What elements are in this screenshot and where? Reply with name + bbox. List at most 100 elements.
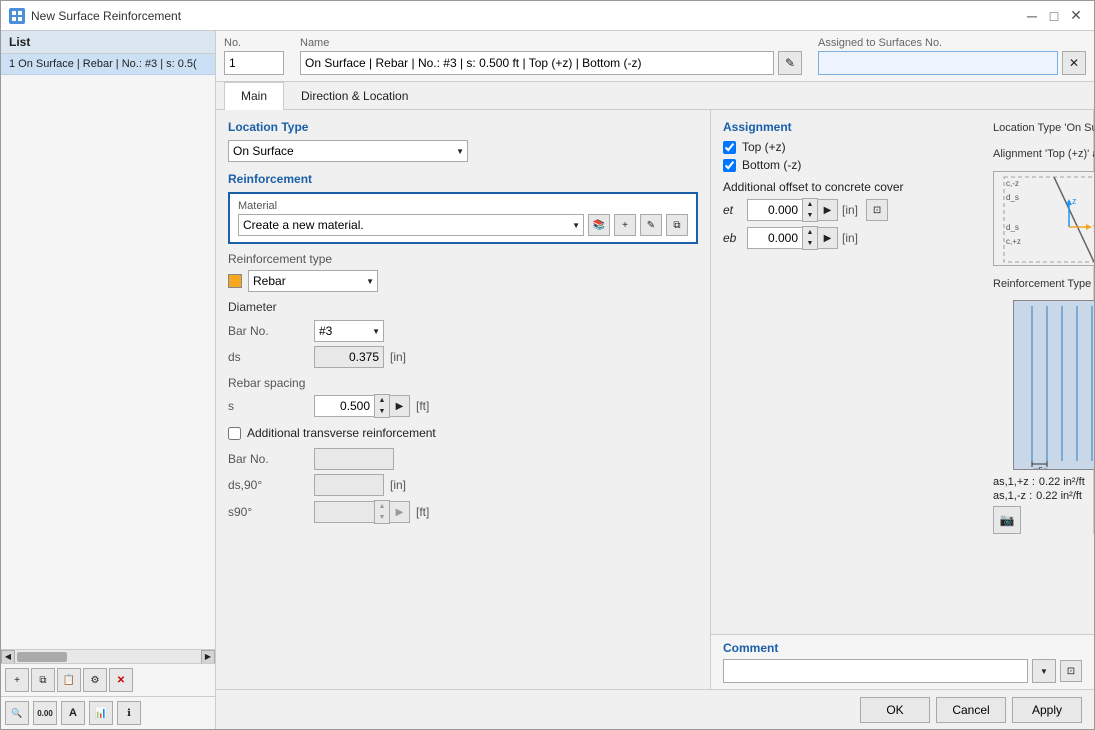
cancel-button[interactable]: Cancel	[936, 697, 1006, 723]
scroll-thumb[interactable]	[17, 652, 67, 662]
s-decrement[interactable]: ▼	[375, 406, 389, 417]
main-window: New Surface Reinforcement ─ □ ✕ List 1 O…	[0, 0, 1095, 730]
assigned-input[interactable]	[818, 51, 1058, 75]
material-library-button[interactable]: 📚	[588, 214, 610, 236]
ok-button[interactable]: OK	[860, 697, 930, 723]
material-select[interactable]: Create a new material.	[238, 214, 584, 236]
transverse-barno-label: Bar No.	[228, 452, 308, 466]
surface-diagram: z y c,-z d_s d_s	[993, 171, 1094, 266]
edit-name-button[interactable]: ✎	[778, 51, 802, 75]
location-type-title: Location Type	[228, 120, 698, 134]
no-label: No.	[224, 37, 284, 49]
result1-row: as,1,+z : 0.22 in²/ft	[993, 476, 1094, 488]
et-increment[interactable]: ▲	[803, 199, 817, 210]
assignment-section: Assignment Top (+z) Bottom (-z)	[711, 110, 1094, 534]
paste-button[interactable]: 📋	[57, 668, 81, 692]
add-button[interactable]: +	[5, 668, 29, 692]
transverse-s-input	[314, 501, 374, 523]
chart-btn[interactable]: 📊	[89, 701, 113, 725]
s-spin: ▲ ▼ ▶	[314, 394, 410, 418]
list-header: List	[1, 31, 215, 54]
comment-row: ▼ ⊡	[723, 659, 1082, 683]
zoom-button[interactable]: 🔍	[5, 701, 29, 725]
comment-input[interactable]	[723, 659, 1028, 683]
reinforcement-title: Reinforcement	[228, 172, 698, 186]
comment-action-button[interactable]: ⊡	[1060, 660, 1082, 682]
transverse-label: Additional transverse reinforcement	[247, 426, 436, 440]
rebar-preview-title: Reinforcement Type 'Rebar'	[993, 276, 1094, 294]
material-edit-button[interactable]: ✎	[640, 214, 662, 236]
scroll-right-arrow[interactable]: ▶	[201, 650, 215, 664]
et-spin: ▲ ▼ ▶	[747, 198, 838, 222]
et-row: et ▲ ▼ ▶ [in]	[723, 198, 973, 222]
location-type-select[interactable]: On Surface	[228, 140, 468, 162]
tab-direction-location[interactable]: Direction & Location	[284, 82, 425, 109]
s-arrow-right[interactable]: ▶	[390, 395, 410, 417]
list-scroll: ◀ ▶	[1, 75, 215, 663]
horizontal-scrollbar[interactable]: ◀ ▶	[1, 649, 215, 663]
tab-main[interactable]: Main	[224, 82, 284, 110]
left-panel: List 1 On Surface | Rebar | No.: #3 | s:…	[1, 31, 216, 729]
window-controls: ─ □ ✕	[1022, 6, 1086, 26]
comment-dropdown[interactable]: ▼	[1032, 659, 1056, 683]
assigned-group: Assigned to Surfaces No. ✕	[818, 37, 1086, 75]
window-title: New Surface Reinforcement	[31, 9, 1016, 23]
content-area: No. Name ✎ Assigned to Surfaces No. ✕	[216, 31, 1094, 729]
et-input[interactable]	[747, 199, 802, 221]
s-increment[interactable]: ▲	[375, 395, 389, 406]
rebar-type-select[interactable]: Rebar	[248, 270, 378, 292]
rebar-type-row: Reinforcement type	[228, 252, 698, 266]
location-type-preview-title: Location Type 'On Surface'	[993, 120, 1094, 138]
eb-spin-controls: ▲ ▼	[802, 226, 818, 250]
transverse-ds-label: ds,90°	[228, 478, 308, 492]
rebar-type-select-wrapper: Rebar ▼	[248, 270, 378, 292]
transverse-ds-wrapper	[314, 474, 384, 496]
assigned-clear-button[interactable]: ✕	[1062, 51, 1086, 75]
transverse-s-spin: ▲ ▼ ▶	[314, 500, 410, 524]
material-select-wrapper: Create a new material. ▼	[238, 214, 584, 236]
spacing-row: s ▲ ▼ ▶ [ft]	[228, 394, 698, 418]
eb-arrow[interactable]: ▶	[818, 227, 838, 249]
minimize-button[interactable]: ─	[1022, 6, 1042, 26]
name-input[interactable]	[300, 51, 774, 75]
tab-content: Location Type On Surface ▼ Reinforcement	[216, 110, 1094, 689]
material-copy-button[interactable]: ⧉	[666, 214, 688, 236]
results-section: as,1,+z : 0.22 in²/ft as,1,-z : 0.22 in²…	[993, 476, 1094, 502]
eb-increment[interactable]: ▲	[803, 227, 817, 238]
apply-button[interactable]: Apply	[1012, 697, 1082, 723]
scroll-left-arrow[interactable]: ◀	[1, 650, 15, 664]
assigned-label: Assigned to Surfaces No.	[818, 37, 1086, 49]
offset-title: Additional offset to concrete cover	[723, 180, 973, 194]
right-side: Assignment Top (+z) Bottom (-z)	[711, 110, 1094, 689]
eb-input[interactable]	[747, 227, 802, 249]
transverse-checkbox[interactable]	[228, 427, 241, 440]
material-add-button[interactable]: +	[614, 214, 636, 236]
et-decrement[interactable]: ▼	[803, 210, 817, 221]
list-item[interactable]: 1 On Surface | Rebar | No.: #3 | s: 0.5(	[1, 54, 215, 75]
et-arrow[interactable]: ▶	[818, 199, 838, 221]
offset-label: Additional offset to concrete cover	[723, 180, 904, 194]
et-info-button[interactable]: ⊡	[866, 199, 888, 221]
camera-button[interactable]: 📷	[993, 506, 1021, 534]
copy-button[interactable]: ⧉	[31, 668, 55, 692]
main-area: List 1 On Surface | Rebar | No.: #3 | s:…	[1, 31, 1094, 729]
no-input[interactable]	[224, 51, 284, 75]
properties-button[interactable]: ⚙	[83, 668, 107, 692]
bottom-checkbox[interactable]	[723, 159, 736, 172]
top-checkbox[interactable]	[723, 141, 736, 154]
top-label: Top (+z)	[742, 140, 786, 154]
maximize-button[interactable]: □	[1044, 6, 1064, 26]
close-button[interactable]: ✕	[1066, 6, 1086, 26]
text-btn[interactable]: A	[61, 701, 85, 725]
transverse-barno-input	[314, 448, 394, 470]
delete-button[interactable]: ✕	[109, 668, 133, 692]
eb-decrement[interactable]: ▼	[803, 238, 817, 249]
s-input[interactable]	[314, 395, 374, 417]
transverse-increment: ▲	[375, 501, 389, 512]
barno-select[interactable]: #3	[314, 320, 384, 342]
top-check-row: Top (+z)	[723, 140, 973, 154]
eb-label: eb	[723, 231, 743, 245]
svg-text:c,-z: c,-z	[1006, 179, 1019, 188]
coord-button[interactable]: 0.00	[33, 701, 57, 725]
info-btn[interactable]: ℹ	[117, 701, 141, 725]
